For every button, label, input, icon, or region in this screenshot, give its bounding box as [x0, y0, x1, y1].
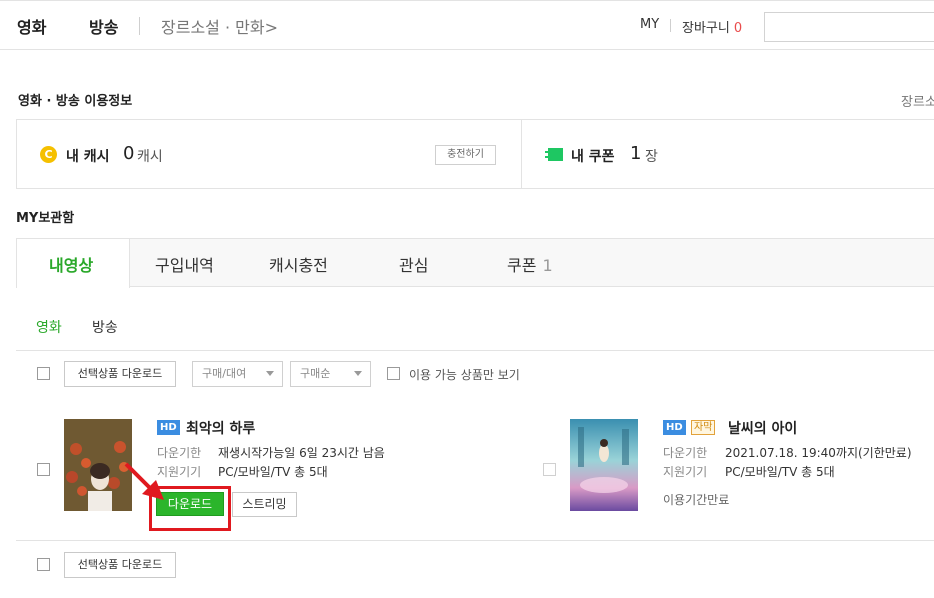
chevron-right-icon: > — [264, 18, 278, 37]
coupon-unit: 장 — [645, 149, 658, 165]
chevron-down-icon — [266, 371, 274, 376]
charge-button[interactable]: 충전하기 — [435, 145, 496, 165]
nav-divider — [139, 17, 140, 35]
download-deadline-label: 다운기한 — [663, 446, 708, 460]
sort-type-select[interactable]: 구매/대여 — [192, 361, 283, 387]
tab-coupon-label: 쿠폰 — [507, 256, 537, 275]
cart-count: 0 — [733, 21, 743, 36]
tab-cash-charge[interactable]: 캐시충전 — [269, 252, 328, 276]
select-all-checkbox[interactable] — [37, 367, 50, 380]
nav-my[interactable]: MY — [640, 17, 659, 32]
expired-status: 이용기간만료 — [663, 493, 730, 507]
cash-icon: C — [40, 146, 57, 163]
download-deadline-value: 재생시작가능일 6일 23시간 남음 — [218, 446, 385, 460]
tab-coupon[interactable]: 쿠폰 1 — [507, 252, 553, 276]
cash-unit: 캐시 — [137, 149, 163, 165]
sort-order-value: 구매순 — [300, 367, 331, 380]
available-only-label: 이용 가능 상품만 보기 — [409, 368, 520, 382]
chevron-down-icon — [354, 371, 362, 376]
search-input[interactable] — [764, 12, 934, 42]
nav-genre-label: 장르소설 · 만화 — [161, 18, 265, 37]
nav-divider-2 — [670, 19, 671, 32]
hd-badge: HD — [157, 420, 180, 435]
nav-broadcast[interactable]: 방송 — [89, 14, 118, 38]
coupon-icon — [545, 148, 563, 161]
storage-title: MY보관함 — [16, 211, 75, 226]
download-deadline-label: 다운기한 — [157, 446, 202, 460]
coupon-label: 내 쿠폰 — [571, 149, 615, 165]
tab-wishlist[interactable]: 관심 — [399, 252, 428, 276]
tab-my-videos[interactable]: 내영상 — [49, 252, 93, 276]
nav-cart[interactable]: 장바구니 0 — [682, 17, 742, 36]
supported-devices-value: PC/모바일/TV 총 5대 — [725, 465, 835, 479]
supported-devices-label: 지원기기 — [663, 465, 708, 479]
download-selected-button-bottom[interactable]: 선택상품 다운로드 — [64, 552, 176, 578]
poster-image[interactable] — [570, 419, 638, 511]
cart-label: 장바구니 — [682, 21, 730, 36]
coupon-amount: 1 — [630, 143, 642, 164]
nav-genre-link[interactable]: 장르소설 · 만화> — [161, 14, 278, 38]
sort-type-value: 구매/대여 — [202, 367, 247, 380]
usage-info-title: 영화 · 방송 이용정보 — [18, 94, 133, 109]
item-title[interactable]: 최악의 하루 — [186, 418, 255, 438]
subtab-broadcast[interactable]: 방송 — [92, 317, 118, 337]
item-checkbox[interactable] — [37, 463, 50, 476]
cash-label: 내 캐시 — [66, 149, 110, 165]
storage-tabs — [16, 238, 934, 287]
download-deadline-value: 2021.07.18. 19:40까지(기한만료) — [725, 446, 912, 460]
tab-coupon-count: 1 — [542, 256, 553, 275]
select-all-checkbox-bottom[interactable] — [37, 558, 50, 571]
supported-devices-value: PC/모바일/TV 총 5대 — [218, 465, 328, 479]
subtab-movie[interactable]: 영화 — [36, 317, 62, 337]
hd-badge: HD — [663, 420, 686, 435]
usage-info-divider — [521, 119, 522, 189]
tab-purchase-history[interactable]: 구입내역 — [155, 252, 214, 276]
available-only-checkbox[interactable] — [387, 367, 400, 380]
nav-movie[interactable]: 영화 — [17, 14, 46, 38]
annotation-highlight-box — [149, 486, 231, 531]
streaming-button[interactable]: 스트리밍 — [232, 492, 297, 517]
divider — [16, 350, 934, 351]
cash-amount: 0 — [123, 143, 135, 164]
genre-usage-link[interactable]: 장르소설 — [901, 91, 934, 110]
download-selected-button[interactable]: 선택상품 다운로드 — [64, 361, 176, 387]
item-title[interactable]: 날씨의 아이 — [728, 418, 797, 438]
subtitle-badge: 자막 — [691, 420, 716, 435]
sort-order-select[interactable]: 구매순 — [290, 361, 371, 387]
divider — [16, 540, 934, 541]
item-checkbox-disabled[interactable] — [543, 463, 556, 476]
